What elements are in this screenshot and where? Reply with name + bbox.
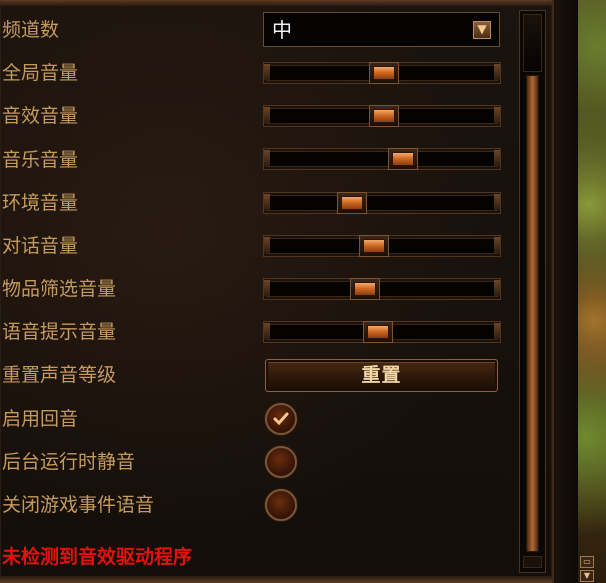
slider-label-sfx-volume: 音效音量 (2, 105, 79, 127)
slider-thumb[interactable] (368, 62, 399, 84)
slider-thumb[interactable] (363, 321, 394, 343)
chevron-down-icon[interactable]: ▼ (473, 21, 491, 39)
channels-dropdown[interactable]: 中 ▼ (263, 12, 500, 47)
chevron-down-icon[interactable]: ▼ (580, 570, 594, 582)
slider-left-cap (264, 107, 270, 123)
slider-left-cap (264, 150, 270, 166)
slider-thumb[interactable] (359, 235, 390, 257)
slider-track (263, 278, 501, 300)
slider-label-item-filter-volume: 物品筛选音量 (2, 278, 117, 300)
slider-label-voice-prompt-volume: 语音提示音量 (2, 321, 117, 343)
slider-right-cap (494, 150, 500, 166)
channels-label: 频道数 (2, 19, 60, 41)
slider-track (263, 148, 501, 170)
toggle-label-mute-in-background: 后台运行时静音 (2, 451, 136, 473)
master-volume-slider[interactable] (263, 62, 501, 84)
slider-left-cap (264, 323, 270, 339)
slider-thumb[interactable] (349, 278, 380, 300)
slider-label-dialogue-volume: 对话音量 (2, 235, 79, 257)
slider-left-cap (264, 64, 270, 80)
slider-thumb[interactable] (336, 192, 367, 214)
panel-frame-edge (554, 0, 578, 583)
slider-left-cap (264, 194, 270, 210)
panel-top-border (0, 0, 552, 6)
toggle-label-enable-reverb: 启用回音 (2, 408, 79, 430)
game-background-art (578, 0, 606, 583)
slider-label-music-volume: 音乐音量 (2, 149, 79, 171)
scrollbar-end-cap (523, 556, 542, 568)
reset-sound-levels-label: 重置声音等级 (2, 364, 117, 386)
sfx-volume-slider[interactable] (263, 105, 501, 127)
slider-right-cap (494, 194, 500, 210)
voice-prompt-volume-slider[interactable] (263, 321, 501, 343)
slider-right-cap (494, 64, 500, 80)
slider-left-cap (264, 280, 270, 296)
sound-driver-warning: 未检测到音效驱动程序 (2, 546, 193, 568)
scrollbar[interactable] (519, 10, 546, 573)
dialogue-volume-slider[interactable] (263, 235, 501, 257)
ambient-volume-slider[interactable] (263, 192, 501, 214)
corner-widget: ▭ ▼ (580, 556, 594, 582)
channels-selected-value: 中 (272, 18, 292, 42)
scrollbar-track[interactable] (526, 75, 539, 552)
mute-in-background-checkbox[interactable] (265, 446, 297, 478)
disable-event-voice-checkbox[interactable] (265, 489, 297, 521)
reset-button-label: 重置 (361, 364, 402, 386)
window-icon[interactable]: ▭ (580, 556, 594, 568)
toggle-label-disable-event-voice: 关闭游戏事件语音 (2, 494, 155, 516)
slider-track (263, 192, 501, 214)
enable-reverb-checkbox[interactable] (265, 403, 297, 435)
slider-right-cap (494, 280, 500, 296)
slider-right-cap (494, 237, 500, 253)
scrollbar-thumb[interactable] (523, 14, 542, 72)
item-filter-volume-slider[interactable] (263, 278, 501, 300)
music-volume-slider[interactable] (263, 148, 501, 170)
checkmark-icon (273, 412, 289, 426)
panel-bottom-border (0, 576, 552, 583)
slider-label-master-volume: 全局音量 (2, 62, 79, 84)
slider-right-cap (494, 107, 500, 123)
slider-label-ambient-volume: 环境音量 (2, 192, 79, 214)
sound-settings-panel: 频道数 中 ▼ 全局音量 音效音量 音乐音量 环境音量 对话音量 物品筛选音量 … (0, 0, 554, 583)
slider-thumb[interactable] (368, 105, 399, 127)
reset-button[interactable]: 重置 (265, 359, 498, 392)
slider-right-cap (494, 323, 500, 339)
slider-thumb[interactable] (387, 148, 418, 170)
slider-left-cap (264, 237, 270, 253)
